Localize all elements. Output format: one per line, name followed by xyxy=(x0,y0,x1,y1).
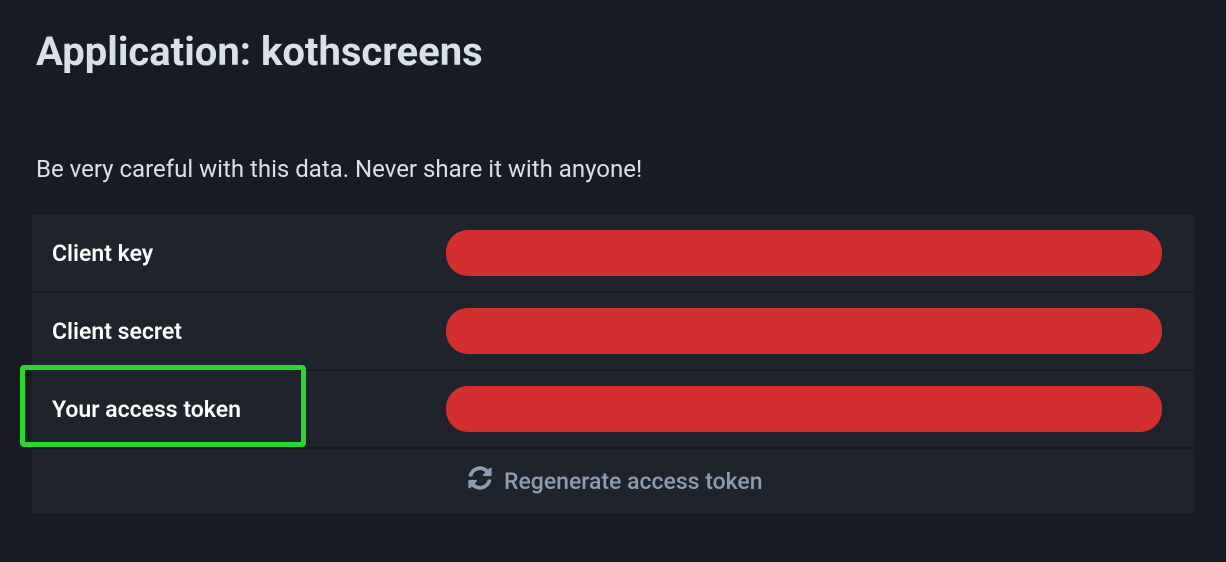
access-token-value xyxy=(446,386,1194,432)
table-row-client-secret: Client secret xyxy=(32,293,1194,369)
client-key-label: Client key xyxy=(32,240,446,267)
redacted-block xyxy=(446,308,1162,354)
client-secret-label: Client secret xyxy=(32,318,446,345)
refresh-icon xyxy=(468,466,492,496)
table-row-access-token: Your access token xyxy=(32,371,1194,447)
table-row-client-key: Client key xyxy=(32,215,1194,291)
client-key-value xyxy=(446,230,1194,276)
regenerate-token-link[interactable]: Regenerate access token xyxy=(446,466,763,496)
credentials-table: Client key Client secret Your access tok… xyxy=(32,215,1194,513)
access-token-label: Your access token xyxy=(32,396,446,423)
regenerate-row: Regenerate access token xyxy=(32,449,1194,513)
warning-text: Be very careful with this data. Never sh… xyxy=(0,83,1226,215)
client-secret-value xyxy=(446,308,1194,354)
regenerate-token-label: Regenerate access token xyxy=(504,468,763,495)
redacted-block xyxy=(446,386,1162,432)
page-title: Application: kothscreens xyxy=(0,0,1226,83)
redacted-block xyxy=(446,230,1162,276)
